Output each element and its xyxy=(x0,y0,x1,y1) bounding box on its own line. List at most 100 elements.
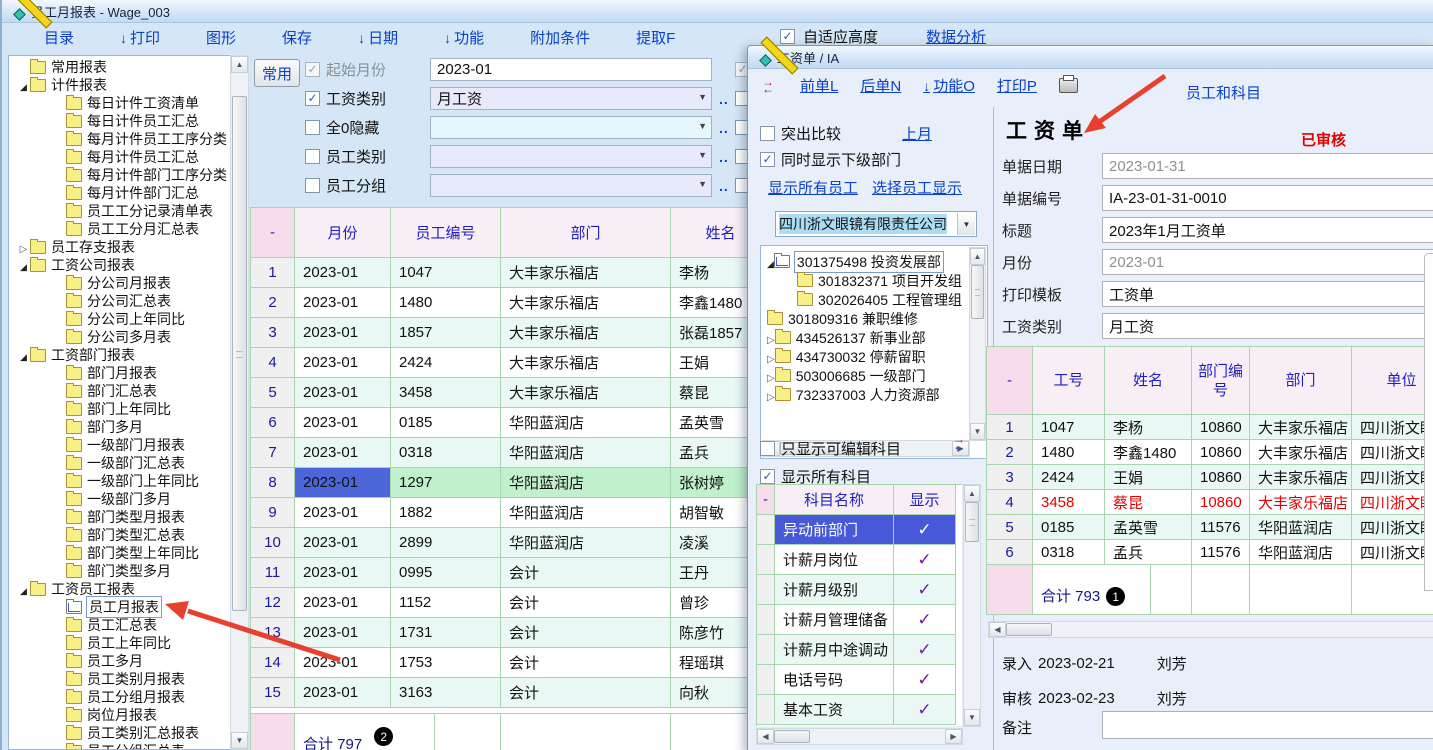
table-row[interactable]: 5 2023-01 3458 大丰家乐福店 蔡昆 xyxy=(251,378,750,408)
scroll-thumb[interactable] xyxy=(232,96,247,611)
tree-expand-icon[interactable] xyxy=(767,330,775,346)
department-tree-item[interactable]: 503006685 一级部门 xyxy=(761,366,987,385)
department-tree-item[interactable]: 301375498 投资发展部 xyxy=(761,252,987,271)
report-tree-item[interactable]: 部门多月 xyxy=(9,418,231,436)
table-row[interactable]: 10 2023-01 2899 华阳蓝润店 凌溪 xyxy=(251,528,750,558)
menubar-item[interactable]: ↓ 日期 xyxy=(358,27,398,48)
tree-expand-icon[interactable] xyxy=(17,257,30,273)
dept-tree-vscrollbar[interactable]: ▲ ▼ xyxy=(969,247,986,441)
report-tree-item[interactable]: 部门上年同比 xyxy=(9,400,231,418)
popup-toolbar-item[interactable]: ↓ 功能O xyxy=(923,75,975,96)
table-row[interactable]: 1 2023-01 1047 大丰家乐福店 李杨 xyxy=(251,258,750,288)
report-tree-item[interactable]: 一级部门汇总表 xyxy=(9,454,231,472)
table-row[interactable]: 13 2023-01 1731 会计 陈彦竹 xyxy=(251,618,750,648)
field-input[interactable]: IA-23-01-31-0010 xyxy=(1102,185,1433,211)
report-tree-item[interactable]: 部门类型月报表 xyxy=(9,508,231,526)
report-tree-item[interactable]: 员工多月 xyxy=(9,652,231,670)
report-tree-item[interactable]: 分公司汇总表 xyxy=(9,292,231,310)
subject-row[interactable]: 计薪月中途调动 ✓ xyxy=(757,635,962,665)
swap-icon[interactable] xyxy=(762,79,778,93)
more-options-button[interactable]: .. xyxy=(719,149,735,165)
column-header[interactable]: 月份 xyxy=(295,208,391,258)
menubar-item[interactable]: ↓ 附加条件 xyxy=(530,27,590,48)
subject-row[interactable]: 计薪月级别 ✓ xyxy=(757,575,962,605)
table-row[interactable]: 6 2023-01 0185 华阳蓝润店 孟英雪 xyxy=(251,408,750,438)
popup-toolbar-item[interactable]: ↓ 后单N xyxy=(860,75,901,96)
scroll-down-icon[interactable]: ▼ xyxy=(231,732,248,749)
tree-expand-icon[interactable] xyxy=(17,347,30,363)
menubar-item[interactable]: ↓ 打印 xyxy=(120,27,160,48)
tree-expand-icon[interactable] xyxy=(767,349,775,365)
note-input[interactable] xyxy=(1102,711,1433,739)
column-header[interactable]: 显示 xyxy=(894,485,956,515)
scroll-thumb[interactable] xyxy=(774,730,810,743)
highlight-compare-checkbox[interactable] xyxy=(760,126,775,141)
combo-arrow-icon[interactable]: ▼ xyxy=(957,213,975,235)
scroll-left-icon[interactable]: ◀ xyxy=(757,729,774,744)
field-input[interactable]: 工资单 xyxy=(1102,281,1433,307)
wage-table-hscrollbar[interactable]: ◀ xyxy=(988,621,1433,638)
report-tree-item[interactable]: 每日计件员工汇总 xyxy=(9,112,231,130)
menubar-item[interactable]: ↓ 目录 xyxy=(44,27,74,48)
filter-checkbox[interactable] xyxy=(305,62,320,77)
employee-row[interactable]: 3 2424 王娟 10860 大丰家乐福店 四川浙文眼 xyxy=(987,465,1433,490)
subject-row[interactable]: 基本工资 ✓ xyxy=(757,695,962,725)
report-tree-item[interactable]: 员工工分月汇总表 xyxy=(9,220,231,238)
report-tree-item[interactable]: 常用报表 xyxy=(9,58,231,76)
editable-only-checkbox[interactable] xyxy=(760,441,775,456)
report-tree-item[interactable]: 每月计件员工汇总 xyxy=(9,148,231,166)
report-tree-item[interactable]: 每月计件部门工序分类 xyxy=(9,166,231,184)
select-employees-link[interactable]: 选择员工显示 xyxy=(872,177,962,198)
field-input[interactable]: 月工资 xyxy=(1102,313,1433,339)
printer-icon[interactable] xyxy=(1059,78,1078,93)
report-tree-item[interactable]: 员工类别月报表 xyxy=(9,670,231,688)
employee-row[interactable]: 2 1480 李鑫1480 10860 大丰家乐福店 四川浙文眼 xyxy=(987,440,1433,465)
filter-checkbox[interactable] xyxy=(305,178,320,193)
report-tree-item[interactable]: 员工分组汇总表 xyxy=(9,742,231,750)
report-tree-item[interactable]: 工资公司报表 xyxy=(9,256,231,274)
report-tree-item[interactable]: 工资员工报表 xyxy=(9,580,231,598)
report-tree-item[interactable]: 部门类型汇总表 xyxy=(9,526,231,544)
column-header[interactable]: 部门 xyxy=(501,208,671,258)
filter-checkbox[interactable] xyxy=(305,91,320,106)
employee-row[interactable]: 6 0318 孟兵 11576 华阳蓝润店 四川浙文眼 xyxy=(987,540,1433,565)
report-tree-item[interactable]: 分公司上年同比 xyxy=(9,310,231,328)
filter-field[interactable]: 2023-01 xyxy=(430,58,712,81)
more-options-button[interactable]: .. xyxy=(719,91,735,107)
department-tree-item[interactable]: 301832371 项目开发组 xyxy=(761,271,987,290)
subject-row[interactable]: 计薪月岗位 ✓ xyxy=(757,545,962,575)
department-tree-item[interactable]: 732337003 人力资源部 xyxy=(761,385,987,404)
table-row[interactable]: 7 2023-01 0318 华阳蓝润店 孟兵 xyxy=(251,438,750,468)
scroll-left-icon[interactable]: ◀ xyxy=(989,622,1006,637)
column-header[interactable]: 员工编号 xyxy=(391,208,501,258)
report-tree-item[interactable]: 部门汇总表 xyxy=(9,382,231,400)
scroll-thumb[interactable] xyxy=(1006,623,1052,636)
tree-expand-icon[interactable] xyxy=(767,387,775,403)
department-tree-item[interactable]: 302026405 工程管理组 xyxy=(761,290,987,309)
tree-expand-icon[interactable] xyxy=(767,368,775,384)
table-row[interactable]: 11 2023-01 0995 会计 王丹 xyxy=(251,558,750,588)
report-tree-item[interactable]: 每月计件部门汇总 xyxy=(9,184,231,202)
department-tree-item[interactable]: 434526137 新事业部 xyxy=(761,328,987,347)
column-header[interactable]: 单位 xyxy=(1352,347,1433,415)
show-all-employees-link[interactable]: 显示所有员工 xyxy=(768,177,858,198)
column-header[interactable]: - xyxy=(987,347,1033,415)
table-row[interactable]: 8 2023-01 1297 华阳蓝润店 张树婷 xyxy=(251,468,750,498)
subject-hscrollbar[interactable]: ◀ ▶ xyxy=(756,728,963,745)
table-row[interactable]: 2 2023-01 1480 大丰家乐福店 李鑫1480 xyxy=(251,288,750,318)
report-tree-item[interactable]: 员工类别汇总报表 xyxy=(9,724,231,742)
filter-field[interactable] xyxy=(430,116,712,139)
report-tree-item[interactable]: 部门月报表 xyxy=(9,364,231,382)
column-header[interactable]: 部门编号 xyxy=(1192,347,1250,415)
tree-scrollbar[interactable]: ▲ ▼ xyxy=(230,55,249,750)
popup-toolbar-item[interactable]: ↓ 打印P xyxy=(997,75,1037,96)
scroll-thumb[interactable] xyxy=(965,502,979,542)
menubar-item[interactable]: ↓ 保存 xyxy=(282,27,312,48)
column-header[interactable]: 部门 xyxy=(1250,347,1352,415)
table-row[interactable]: 12 2023-01 1152 会计 曾珍 xyxy=(251,588,750,618)
subject-row[interactable]: 计薪月管理储备 ✓ xyxy=(757,605,962,635)
scroll-down-icon[interactable]: ▼ xyxy=(964,709,980,726)
report-tree-item[interactable]: 分公司多月表 xyxy=(9,328,231,346)
employee-row[interactable]: 5 0185 孟英雪 11576 华阳蓝润店 四川浙文眼 xyxy=(987,515,1433,540)
common-button[interactable]: 常用 xyxy=(254,59,300,87)
